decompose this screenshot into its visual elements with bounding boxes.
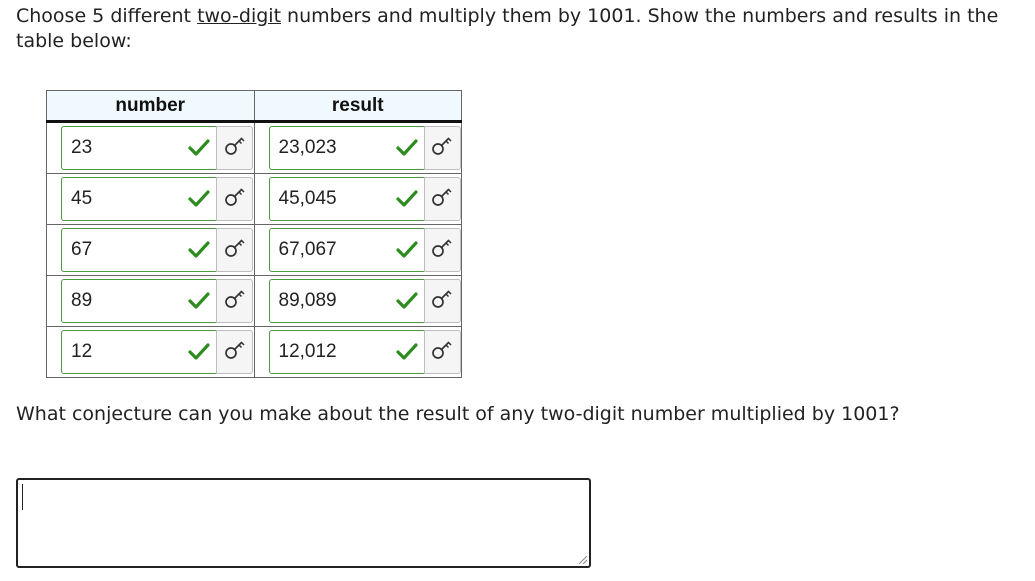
result-input[interactable]: 67,067 [268,228,424,272]
number-value: 89 [71,290,93,311]
check-icon [188,240,210,260]
question-text: What conjecture can you make about the r… [16,403,900,425]
check-icon [188,342,210,362]
check-icon [395,342,418,362]
key-button[interactable] [423,330,461,374]
number-input[interactable]: 45 [61,177,216,221]
result-cell: 45,045 [253,173,462,225]
number-cell: 23 [46,121,255,174]
key-icon [223,237,247,263]
check-icon [188,189,210,209]
result-input[interactable]: 89,089 [268,279,424,323]
key-button[interactable] [216,330,253,374]
number-cell: 89 [46,275,255,327]
check-icon [395,138,418,158]
result-value: 89,089 [278,290,337,311]
answer-table: number result 23 23,023 45 45,045 67 67,067 89… [46,90,462,378]
result-cell: 89,089 [253,275,462,327]
result-answer-group: 45,045 [268,176,461,222]
resize-handle-icon[interactable] [579,556,587,564]
text-cursor [22,484,23,510]
number-value: 45 [71,188,93,209]
number-cell: 12 [46,326,255,378]
key-icon [430,339,454,365]
number-answer-group: 89 [61,278,253,324]
instruction-part-1: Choose 5 different [16,5,198,27]
check-icon [188,291,210,311]
key-icon [223,135,247,161]
result-value: 45,045 [278,188,337,209]
key-button[interactable] [216,126,253,170]
result-answer-group: 23,023 [268,125,461,171]
number-input[interactable]: 12 [61,330,216,374]
table-row: 45 45,045 [46,173,462,225]
conjecture-textarea[interactable] [16,478,591,568]
number-cell: 45 [46,173,255,225]
key-button[interactable] [216,279,253,323]
key-icon [430,288,454,314]
number-answer-group: 67 [61,227,253,273]
check-icon [395,240,418,260]
number-input[interactable]: 23 [61,126,216,170]
key-button[interactable] [216,228,253,272]
number-answer-group: 12 [61,329,253,375]
result-input[interactable]: 23,023 [268,126,424,170]
result-answer-group: 12,012 [268,329,461,375]
key-icon [223,339,247,365]
result-input[interactable]: 45,045 [268,177,424,221]
key-button[interactable] [423,177,461,221]
table-row: 67 67,067 [46,224,462,276]
number-value: 12 [71,341,93,362]
header-result: result [253,90,462,123]
instruction-text: Choose 5 different two-digit numbers and… [16,4,1021,54]
key-icon [430,186,454,212]
result-cell: 67,067 [253,224,462,276]
result-cell: 23,023 [253,121,462,174]
number-input[interactable]: 67 [61,228,216,272]
number-value: 67 [71,239,93,260]
check-icon [395,291,418,311]
key-button[interactable] [423,126,461,170]
key-button[interactable] [216,177,253,221]
key-button[interactable] [423,228,461,272]
result-value: 67,067 [278,239,337,260]
key-icon [223,288,247,314]
two-digit-link[interactable]: two-digit [197,5,281,27]
result-answer-group: 89,089 [268,278,461,324]
number-answer-group: 23 [61,125,253,171]
header-number: number [46,90,255,123]
key-icon [223,186,247,212]
result-input[interactable]: 12,012 [268,330,424,374]
number-input[interactable]: 89 [61,279,216,323]
key-icon [430,135,454,161]
check-icon [395,189,418,209]
table-header-row: number result [46,90,462,123]
result-answer-group: 67,067 [268,227,461,273]
number-cell: 67 [46,224,255,276]
result-cell: 12,012 [253,326,462,378]
table-row: 12 12,012 [46,326,462,378]
result-value: 23,023 [278,137,337,158]
number-value: 23 [71,137,93,158]
number-answer-group: 45 [61,176,253,222]
key-button[interactable] [423,279,461,323]
check-icon [188,138,210,158]
result-value: 12,012 [278,341,337,362]
table-row: 23 23,023 [46,121,462,174]
key-icon [430,237,454,263]
table-row: 89 89,089 [46,275,462,327]
